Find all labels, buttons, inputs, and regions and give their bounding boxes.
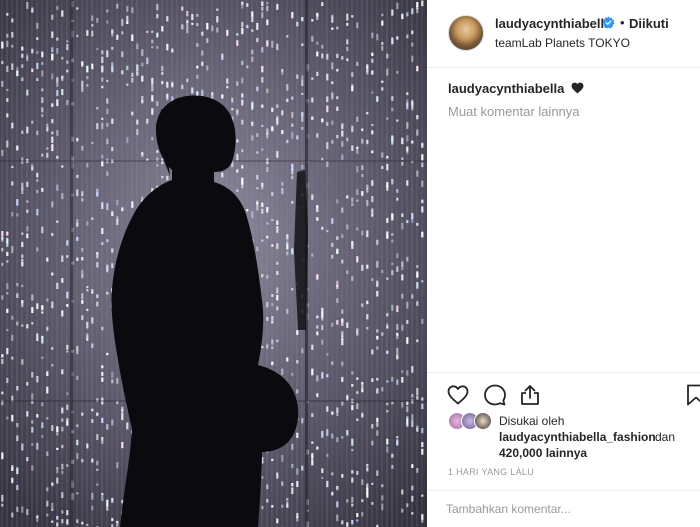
verified-badge-icon bbox=[602, 16, 615, 29]
post-actions: Disukai oleh laudyacynthiabella_fashion … bbox=[427, 372, 700, 492]
avatar[interactable] bbox=[448, 15, 484, 51]
liked-by-label: Disukai oleh bbox=[499, 414, 565, 428]
post-header: laudyacynthiabella • Diikuti teamLab Pla… bbox=[427, 0, 700, 68]
post-location[interactable]: teamLab Planets TOKYO bbox=[495, 36, 630, 50]
comment-icon[interactable] bbox=[483, 383, 507, 407]
heart-icon[interactable] bbox=[446, 383, 470, 407]
post-side-panel: laudyacynthiabella • Diikuti teamLab Pla… bbox=[427, 0, 700, 527]
likers-avatars[interactable] bbox=[448, 412, 498, 432]
share-icon[interactable] bbox=[518, 383, 542, 407]
following-button[interactable]: Diikuti bbox=[629, 16, 669, 31]
post-photo[interactable] bbox=[0, 0, 427, 527]
post-timestamp[interactable]: 1 HARI YANG LALU bbox=[448, 467, 534, 477]
photo-image bbox=[0, 0, 427, 527]
liked-by-conjunction: dan bbox=[655, 430, 676, 444]
separator-dot: • bbox=[620, 15, 625, 30]
comment-input[interactable] bbox=[446, 499, 686, 519]
add-comment-section bbox=[427, 490, 700, 527]
caption-username[interactable]: laudyacynthiabella bbox=[448, 81, 564, 96]
post-username[interactable]: laudyacynthiabella bbox=[495, 16, 611, 31]
avatar bbox=[474, 412, 492, 430]
post-caption: laudyacynthiabella bbox=[448, 81, 584, 96]
likes-count-link[interactable]: 420,000 lainnya bbox=[499, 446, 587, 460]
black-heart-icon bbox=[571, 82, 584, 94]
bookmark-icon[interactable] bbox=[684, 383, 700, 407]
liked-by-username[interactable]: laudyacynthiabella_fashion bbox=[499, 430, 656, 444]
load-more-comments-link[interactable]: Muat komentar lainnya bbox=[448, 104, 580, 119]
